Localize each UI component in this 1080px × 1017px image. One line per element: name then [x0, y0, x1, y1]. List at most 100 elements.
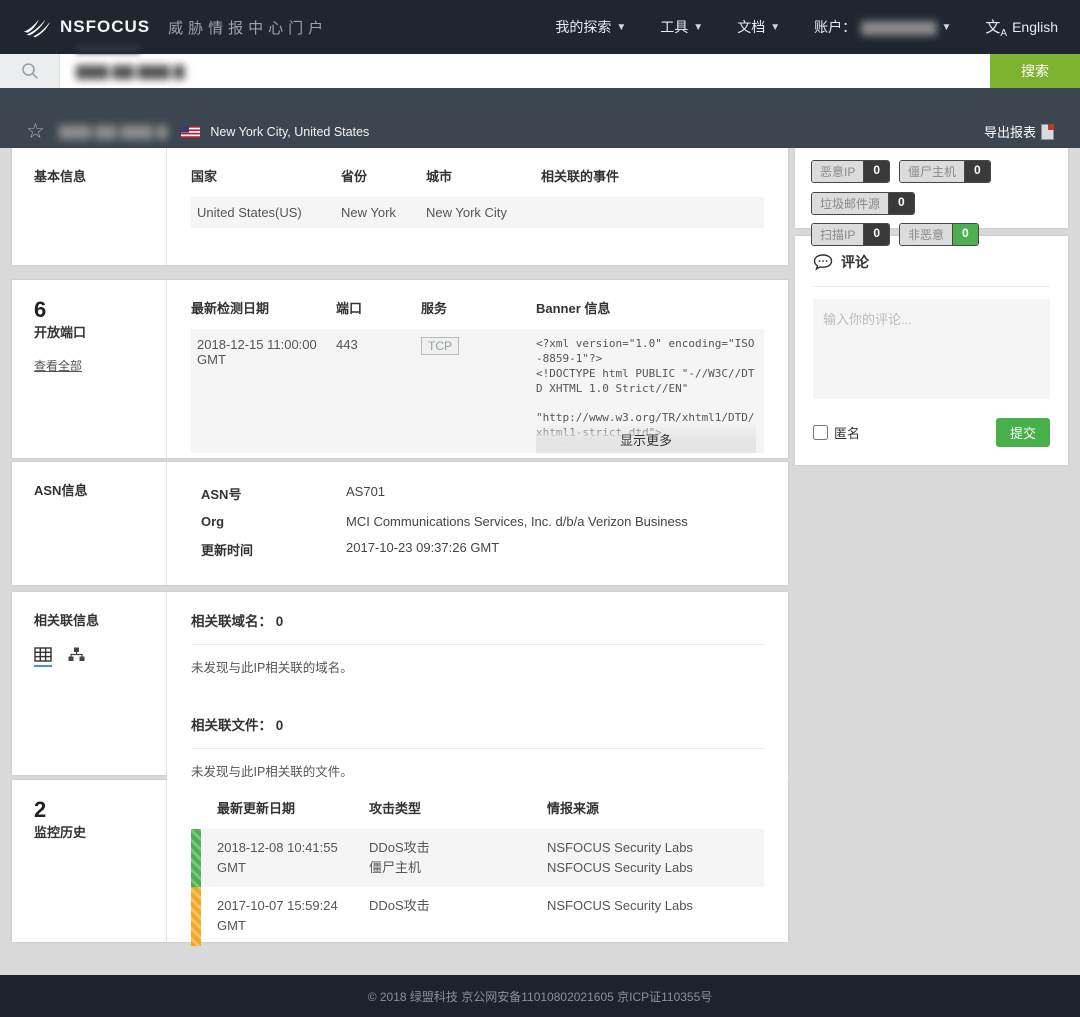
- ip-header-line: ☆ ▇▇▇.▇▇.▇▇▇.▇ New York City, United Sta…: [0, 121, 1080, 142]
- nav-item-account[interactable]: 账户： ▇▇▇▇▇▇▇ ▼: [814, 17, 951, 37]
- monitor-history-card: 2 监控历史 最新更新日期 攻击类型 情报来源 2018-12-08 10:41…: [12, 780, 788, 942]
- history-row: 2017-10-07 15:59:24 GMT DDoS攻击 NSFOCUS S…: [191, 887, 764, 945]
- comments-header: 评论: [813, 252, 1050, 287]
- history-content: 最新更新日期 攻击类型 情报来源 2018-12-08 10:41:55 GMT…: [167, 780, 788, 942]
- right-column: 恶意IP 0 僵尸主机 0 垃圾邮件源 0 扫描IP 0: [795, 148, 1068, 465]
- column-header: 最新更新日期: [217, 798, 369, 817]
- redaction-artifact: [76, 44, 140, 53]
- basic-info-card: 基本信息 国家 省份 城市 相关联的事件 United States(US) N…: [12, 148, 788, 265]
- page-footer: © 2018 绿盟科技 京公网安备11010802021605 京ICP证110…: [0, 975, 1080, 1017]
- asn-org-value: MCI Communications Services, Inc. d/b/a …: [346, 514, 688, 529]
- related-files-empty: 未发现与此IP相关联的文件。: [191, 761, 764, 780]
- asn-updated-label: 更新时间: [201, 540, 346, 559]
- related-domains-empty: 未发现与此IP相关联的域名。: [191, 657, 764, 676]
- language-switcher[interactable]: 文A English: [985, 16, 1058, 39]
- badge-count: 0: [953, 224, 978, 245]
- column-header: 省份: [341, 166, 426, 197]
- column-header: 攻击类型: [369, 798, 547, 817]
- severity-bar-green: [191, 829, 201, 887]
- page: NSFOCUS 威胁情报中心门户 我的探索 ▼ 工具 ▼ 文档 ▼ 账户： ▇▇…: [0, 0, 1080, 1017]
- nav-item-my-exploration[interactable]: 我的探索 ▼: [555, 17, 626, 37]
- service-cell: TCP: [421, 329, 536, 453]
- history-date: 2017-10-07 15:59:24 GMT: [217, 896, 369, 936]
- us-flag-icon: [181, 126, 200, 138]
- export-report-button[interactable]: 导出报表: [984, 122, 1054, 141]
- comment-input[interactable]: [813, 299, 1050, 399]
- history-sources: NSFOCUS Security Labs NSFOCUS Security L…: [547, 838, 764, 878]
- badge-label: 垃圾邮件源: [812, 193, 889, 214]
- brand-suffix: 威胁情报中心门户: [168, 17, 328, 38]
- search-button[interactable]: 搜索: [990, 54, 1080, 88]
- history-date: 2018-12-08 10:41:55 GMT: [217, 838, 369, 878]
- open-ports-card: 6 开放端口 查看全部 最新检测日期 端口 服务 Banner 信息 2018-…: [12, 280, 788, 458]
- brand[interactable]: NSFOCUS 威胁情报中心门户: [22, 16, 328, 38]
- related-info-card: 相关联信息: [12, 592, 788, 775]
- nav-item-tools[interactable]: 工具 ▼: [660, 17, 703, 37]
- column-header: 情报来源: [547, 798, 764, 817]
- ip-header-band: ☆ ▇▇▇.▇▇.▇▇▇.▇ New York City, United Sta…: [0, 88, 1080, 148]
- history-row-cells: 2018-12-08 10:41:55 GMT DDoS攻击 僵尸主机 NSFO…: [201, 829, 764, 887]
- account-name-redacted: ▇▇▇▇▇▇▇: [861, 19, 936, 36]
- search-query-redacted: ▇▇▇.▇▇.▇▇▇.▇: [76, 63, 185, 80]
- column-header: 城市: [426, 166, 541, 197]
- comments-card: 评论 匿名 提交: [795, 236, 1068, 465]
- badge-malicious-ip: 恶意IP 0: [811, 160, 890, 183]
- chevron-down-icon: ▼: [941, 22, 951, 33]
- show-more-button[interactable]: 显示更多: [536, 423, 756, 453]
- open-ports-rail: 6 开放端口 查看全部: [12, 280, 167, 458]
- left-column: 基本信息 国家 省份 城市 相关联的事件 United States(US) N…: [12, 148, 788, 942]
- top-navbar: NSFOCUS 威胁情报中心门户 我的探索 ▼ 工具 ▼ 文档 ▼ 账户： ▇▇…: [0, 0, 1080, 54]
- column-header: 服务: [421, 298, 536, 329]
- search-icon: [21, 62, 39, 80]
- divider: [191, 748, 764, 749]
- related-domains-block: 相关联域名： 0 未发现与此IP相关联的域名。: [167, 592, 788, 696]
- graph-view-button[interactable]: [68, 647, 85, 662]
- basic-info-content: 国家 省份 城市 相关联的事件 United States(US) New Yo…: [167, 148, 788, 265]
- asn-rail: ASN信息: [12, 462, 167, 585]
- table-icon: [34, 647, 52, 662]
- section-title: 监控历史: [34, 822, 166, 841]
- badge-label: 恶意IP: [812, 161, 864, 182]
- open-ports-table: 最新检测日期 端口 服务 Banner 信息 2018-12-15 11:00:…: [191, 298, 764, 453]
- badge-scanner-ip: 扫描IP 0: [811, 223, 890, 246]
- badge-label: 僵尸主机: [900, 161, 965, 182]
- chevron-down-icon: ▼: [770, 22, 780, 33]
- table-view-button[interactable]: [34, 647, 52, 667]
- port-cell: 443: [336, 329, 421, 453]
- anonymous-checkbox[interactable]: [813, 425, 828, 440]
- comments-title: 评论: [841, 252, 869, 272]
- main-content: 基本信息 国家 省份 城市 相关联的事件 United States(US) N…: [0, 148, 1080, 975]
- related-content: 相关联域名： 0 未发现与此IP相关联的域名。 相关联文件： 0 未发现与此IP…: [167, 592, 788, 775]
- related-files-title: 相关联文件： 0: [191, 714, 764, 734]
- submit-comment-button[interactable]: 提交: [996, 418, 1050, 447]
- account-label: 账户：: [814, 17, 856, 37]
- search-input[interactable]: ▇▇▇.▇▇.▇▇▇.▇: [60, 54, 990, 88]
- related-rail: 相关联信息: [12, 592, 167, 775]
- asn-number-value: AS701: [346, 484, 385, 503]
- nav-menu: 我的探索 ▼ 工具 ▼ 文档 ▼ 账户： ▇▇▇▇▇▇▇ ▼ 文A Englis…: [555, 16, 1058, 39]
- translate-icon: 文A: [985, 16, 1007, 39]
- footer-text: © 2018 绿盟科技 京公网安备11010802021605 京ICP证110…: [368, 988, 713, 1005]
- nsfocus-logo-icon: [22, 16, 52, 38]
- view-all-link[interactable]: 查看全部: [34, 357, 82, 374]
- nav-item-label: 工具: [660, 17, 688, 37]
- asn-row: Org MCI Communications Services, Inc. d/…: [201, 514, 764, 529]
- nav-item-docs[interactable]: 文档 ▼: [737, 17, 780, 37]
- ip-location: New York City, United States: [210, 125, 369, 139]
- nav-item-label: 文档: [737, 17, 765, 37]
- city-cell: New York City: [426, 197, 541, 228]
- related-view-toggles: [34, 647, 166, 667]
- badge-botnet-host: 僵尸主机 0: [899, 160, 991, 183]
- badge-count: 0: [965, 161, 990, 182]
- favorite-star-icon[interactable]: ☆: [26, 121, 45, 142]
- detect-date-cell: 2018-12-15 11:00:00 GMT: [191, 329, 336, 453]
- service-tag: TCP: [421, 337, 459, 355]
- threat-badges-card: 恶意IP 0 僵尸主机 0 垃圾邮件源 0 扫描IP 0: [795, 148, 1068, 228]
- events-cell: [541, 197, 764, 228]
- history-attack-types: DDoS攻击: [369, 896, 547, 936]
- history-row: 2018-12-08 10:41:55 GMT DDoS攻击 僵尸主机 NSFO…: [191, 829, 764, 887]
- asn-content: ASN号 AS701 Org MCI Communications Servic…: [167, 462, 788, 585]
- history-attack-types: DDoS攻击 僵尸主机: [369, 838, 547, 878]
- history-count: 2: [34, 798, 166, 822]
- column-header: 端口: [336, 298, 421, 329]
